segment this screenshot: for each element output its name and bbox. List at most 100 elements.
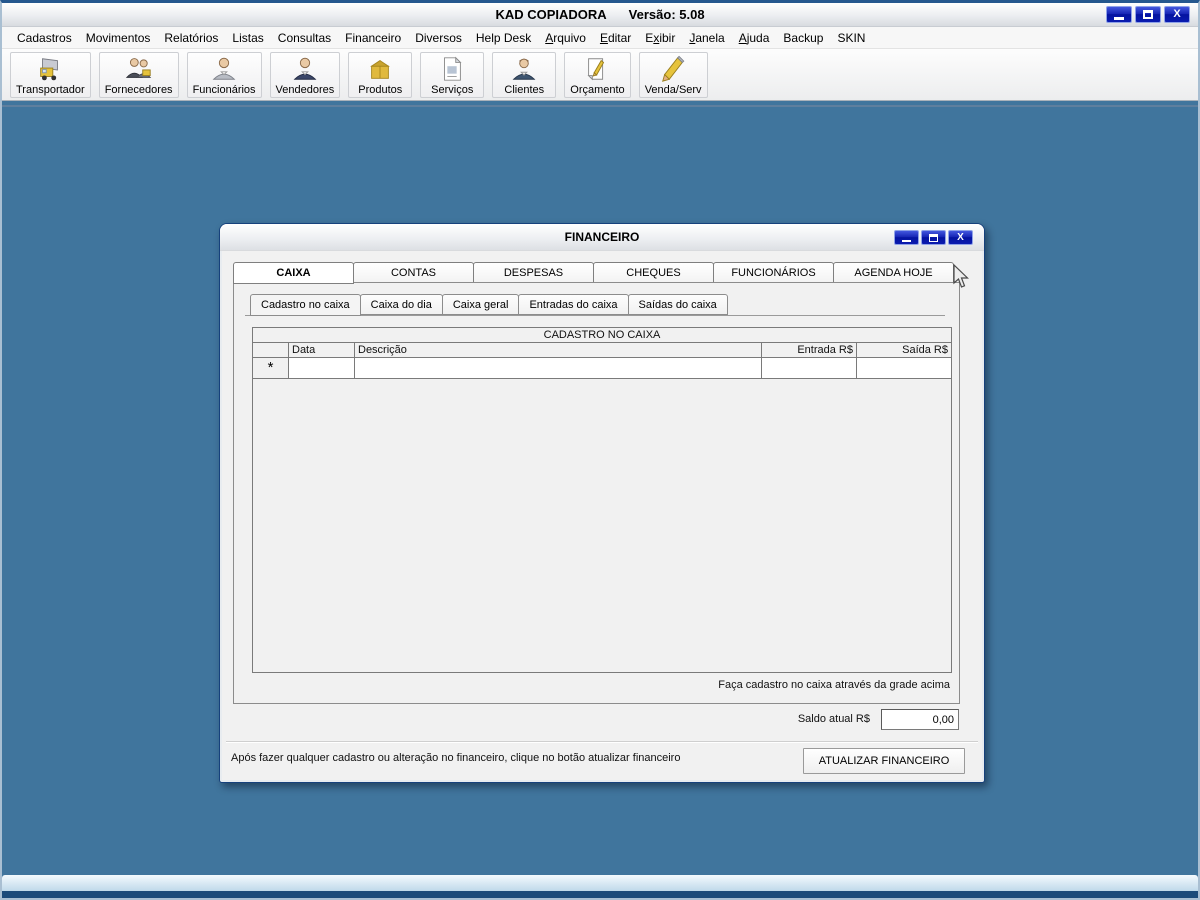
tab-cheques[interactable]: CHEQUES	[593, 262, 714, 283]
bottom-frame-edge	[2, 891, 1198, 898]
new-record-marker: *	[268, 359, 274, 376]
toolbar-button-fornecedores[interactable]: Fornecedores	[99, 52, 179, 98]
main-tabstrip: CAIXACONTASDESPESASCHEQUESFUNCIONÁRIOSAG…	[233, 262, 953, 283]
toolbar-button-label: Orçamento	[570, 84, 624, 96]
dialog-minimize-button[interactable]	[894, 230, 919, 245]
close-icon: X	[957, 233, 964, 243]
dialog-controls: X	[894, 230, 973, 245]
dialog-title: FINANCEIRO	[220, 230, 984, 244]
menu-item-ajuda[interactable]: Ajuda	[732, 29, 777, 47]
toolbar-button-transportador[interactable]: Transportador	[10, 52, 91, 98]
mouse-cursor	[953, 264, 971, 295]
menu-item-relatorios[interactable]: Relatórios	[157, 29, 225, 47]
grid-cell-saida[interactable]	[857, 358, 951, 378]
app-version: Versão: 5.08	[629, 7, 705, 22]
grid-col-selector	[253, 343, 289, 357]
grid-hint-label: Faça cadastro no caixa através da grade …	[718, 679, 950, 691]
grid-cell-entrada[interactable]	[762, 358, 857, 378]
toolbar-button-venda-serv[interactable]: Venda/Serv	[639, 52, 708, 98]
tab-despesas[interactable]: DESPESAS	[473, 262, 594, 283]
bottom-frame	[2, 875, 1198, 898]
subtab-saidas-do-caixa[interactable]: Saídas do caixa	[628, 294, 728, 315]
caixa-subtabstrip: Cadastro no caixaCaixa do diaCaixa geral…	[250, 294, 727, 315]
subtab-caixa-do-dia[interactable]: Caixa do dia	[360, 294, 443, 315]
tab-caixa[interactable]: CAIXA	[233, 262, 354, 284]
saldo-label: Saldo atual R$	[798, 713, 870, 725]
toolbar-button-orcamento[interactable]: Orçamento	[564, 52, 630, 98]
minimize-button[interactable]	[1106, 6, 1132, 23]
caixa-tabpage: Cadastro no caixaCaixa do diaCaixa geral…	[233, 282, 960, 704]
menu-item-diversos[interactable]: Diversos	[408, 29, 469, 47]
toolbar-button-label: Produtos	[358, 84, 402, 96]
grid-col-saida-r: Saída R$	[857, 343, 951, 357]
toolbar-button-label: Venda/Serv	[645, 84, 702, 96]
quote-icon	[582, 54, 612, 84]
toolbar-button-produtos[interactable]: Produtos	[348, 52, 412, 98]
close-icon: X	[1173, 9, 1180, 20]
employee-icon	[209, 54, 239, 84]
grid-cell-descricao[interactable]	[355, 358, 762, 378]
menu-bar: CadastrosMovimentosRelatóriosListasConsu…	[2, 27, 1198, 49]
menu-item-exibir[interactable]: Exibir	[638, 29, 682, 47]
grid-header: DataDescriçãoEntrada R$Saída R$	[253, 343, 951, 358]
grid-title: CADASTRO NO CAIXA	[253, 328, 951, 343]
grid-cell-data[interactable]	[289, 358, 355, 378]
grid-col-entrada-r: Entrada R$	[762, 343, 857, 357]
toolbar-button-clientes[interactable]: Clientes	[492, 52, 556, 98]
financeiro-dialog: FINANCEIRO X CAIXACONTASDESPESASCHEQUESF…	[219, 223, 985, 783]
toolbar-button-servicos[interactable]: Serviços	[420, 52, 484, 98]
subtab-entradas-do-caixa[interactable]: Entradas do caixa	[518, 294, 628, 315]
menu-item-janela[interactable]: Janela	[682, 29, 731, 47]
menu-item-movimentos[interactable]: Movimentos	[79, 29, 158, 47]
menu-item-backup[interactable]: Backup	[776, 29, 830, 47]
grid-new-row-selector[interactable]: *	[253, 358, 289, 378]
toolbar-button-vendedores[interactable]: Vendedores	[270, 52, 341, 98]
saldo-input[interactable]	[881, 709, 959, 730]
main-window: KAD COPIADORA Versão: 5.08 X CadastrosMov…	[0, 0, 1200, 900]
app-title: KAD COPIADORA	[495, 7, 606, 22]
dialog-titlebar: FINANCEIRO X	[220, 224, 984, 251]
minimize-icon	[1114, 17, 1124, 20]
window-title: KAD COPIADORA Versão: 5.08	[2, 7, 1198, 22]
toolbar-button-label: Serviços	[431, 84, 473, 96]
maximize-icon	[1143, 10, 1153, 19]
toolbar-button-label: Transportador	[16, 84, 85, 96]
toolbar-button-label: Vendedores	[276, 84, 335, 96]
subtab-cadastro-no-caixa[interactable]: Cadastro no caixa	[250, 294, 361, 316]
menu-item-financeiro[interactable]: Financeiro	[338, 29, 408, 47]
atualizar-financeiro-button[interactable]: ATUALIZAR FINANCEIRO	[803, 748, 965, 774]
toolbar-button-label: Funcionários	[193, 84, 256, 96]
grid-new-row: *	[253, 358, 951, 379]
main-titlebar: KAD COPIADORA Versão: 5.08 X	[2, 3, 1198, 27]
toolbar: Transportador Fornecedores Funcionários Ven…	[2, 49, 1198, 101]
maximize-button[interactable]	[1135, 6, 1161, 23]
box-icon	[365, 54, 395, 84]
footer-divider	[226, 741, 978, 743]
tab-funcionarios[interactable]: FUNCIONÁRIOS	[713, 262, 834, 283]
toolbar-button-label: Clientes	[504, 84, 544, 96]
menu-item-consultas[interactable]: Consultas	[271, 29, 338, 47]
menu-item-listas[interactable]: Listas	[225, 29, 270, 47]
minimize-icon	[902, 240, 911, 242]
toolbar-button-funcionarios[interactable]: Funcionários	[187, 52, 262, 98]
tab-agenda-hoje[interactable]: AGENDA HOJE	[833, 262, 954, 283]
client-icon	[509, 54, 539, 84]
menu-item-editar[interactable]: Editar	[593, 29, 638, 47]
menu-item-cadastros[interactable]: Cadastros	[10, 29, 79, 47]
dialog-close-button[interactable]: X	[948, 230, 973, 245]
caixa-grid: CADASTRO NO CAIXA DataDescriçãoEntrada R…	[252, 327, 952, 673]
grid-col-data: Data	[289, 343, 355, 357]
window-controls: X	[1106, 6, 1190, 23]
close-button[interactable]: X	[1164, 6, 1190, 23]
dialog-maximize-button[interactable]	[921, 230, 946, 245]
toolbar-button-label: Fornecedores	[105, 84, 173, 96]
menu-item-help-desk[interactable]: Help Desk	[469, 29, 538, 47]
truck-icon	[35, 54, 65, 84]
footer-hint-label: Após fazer qualquer cadastro ou alteraçã…	[231, 752, 680, 764]
subtab-caixa-geral[interactable]: Caixa geral	[442, 294, 520, 315]
menu-item-skin[interactable]: SKIN	[830, 29, 872, 47]
tab-contas[interactable]: CONTAS	[353, 262, 474, 283]
pencil-icon	[658, 54, 688, 84]
menu-item-arquivo[interactable]: Arquivo	[538, 29, 593, 47]
salesperson-icon	[290, 54, 320, 84]
